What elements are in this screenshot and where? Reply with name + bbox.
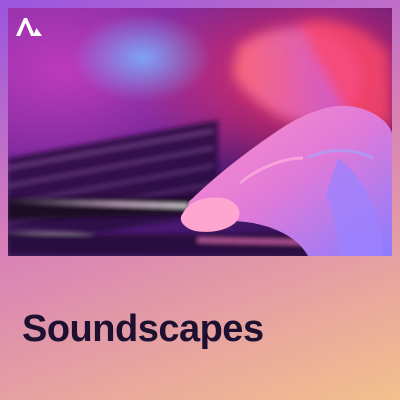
playlist-title: Soundscapes: [22, 308, 264, 350]
amazon-music-logo: [14, 16, 44, 38]
piano-hands-photo: [8, 8, 392, 256]
amazon-music-logo-icon: [16, 18, 42, 36]
piano-hands-photo-icon: [8, 8, 392, 256]
playlist-cover[interactable]: Soundscapes: [0, 0, 400, 400]
